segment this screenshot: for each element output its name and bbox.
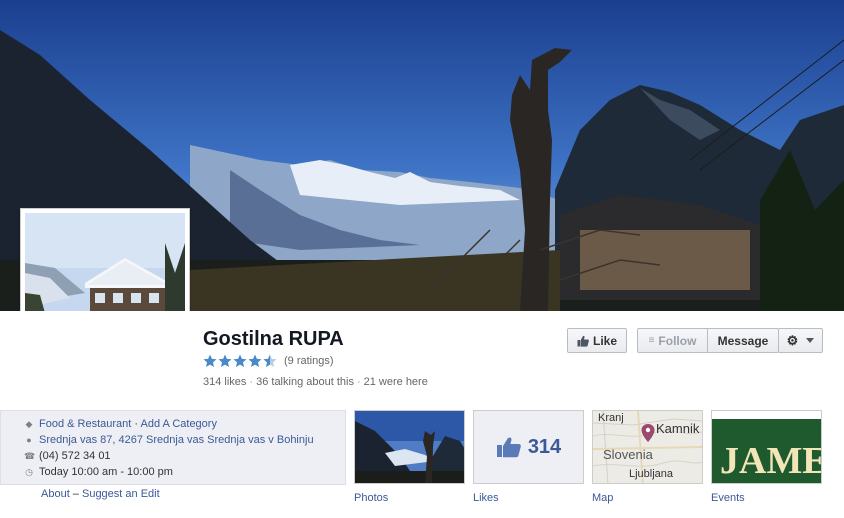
suggest-edit-link[interactable]: Suggest an Edit [82,488,160,500]
talking-stat: 36 talking about this [256,376,354,388]
add-category-link[interactable]: Add A Category [141,418,217,430]
follow-message-group: ≡ Follow Message [637,328,779,353]
clock-icon: ◷ [25,466,33,477]
tag-icon: ◆ [25,418,33,429]
events-poster-text: JAME [720,440,822,482]
phone-row: ☎ (04) 572 34 01 [24,450,111,462]
events-thumbnail: JAME [712,411,822,483]
half-star-icon [263,354,277,367]
about-footer: About – Suggest an Edit [41,488,160,500]
page-stats: 314 likes · 36 talking about this · 21 were … [203,376,428,388]
events-label[interactable]: Events [711,492,745,504]
category-link[interactable]: Food & Restaurant [39,418,131,430]
map-label-kamnik: Kamnik [656,421,700,436]
hours-row: ◷ Today 10:00 am - 10:00 pm [24,466,173,478]
address-row: ● Srednja vas 87, 4267 Srednja vas Sredn… [24,434,314,446]
message-button[interactable]: Message [708,329,778,352]
likes-app-tile[interactable]: 314 [473,410,584,484]
separator-dot: · [249,376,254,388]
opening-hours: Today 10:00 am - 10:00 pm [39,466,173,478]
like-button-label: Like [592,333,617,348]
map-label-slovenia: Slovenia [603,447,654,462]
likes-label[interactable]: Likes [473,492,499,504]
rss-icon: ≡ [648,335,655,346]
phone-number: (04) 572 34 01 [39,450,111,462]
location-pin-icon: ● [26,435,32,445]
photos-thumbnail [355,411,464,483]
page-title[interactable]: Gostilna RUPA [203,328,344,351]
category-row: ◆ Food & Restaurant · Add A Category [25,418,217,430]
like-button[interactable]: Like [567,328,627,353]
page-header [0,311,844,406]
photos-app-tile[interactable] [354,410,465,484]
chevron-down-icon [806,338,815,343]
gear-icon: ⚙ [786,332,799,348]
message-button-label: Message [717,333,769,348]
likes-count: 314 [527,435,562,458]
thumbs-up-icon [496,437,521,458]
star-icon [248,354,262,367]
map-label-kranj: Kranj [598,412,624,424]
thumbs-up-icon [577,335,589,347]
phone-icon: ☎ [24,450,36,461]
address-link[interactable]: Srednja vas 87, 4267 Srednja vas Srednja… [39,434,314,446]
rating-stars [203,354,278,368]
settings-dropdown-button[interactable]: ⚙ [778,328,823,353]
star-icon [218,354,232,367]
star-icon [233,354,247,367]
map-label[interactable]: Map [592,492,613,504]
map-app-tile[interactable]: Kranj Kamnik Slovenia Ljubljana [592,410,703,484]
star-icon [203,354,217,367]
about-link[interactable]: About [41,488,70,500]
photos-label[interactable]: Photos [354,492,388,504]
follow-button[interactable]: ≡ Follow [638,329,708,352]
map-thumbnail: Kranj Kamnik Slovenia Ljubljana [593,411,702,483]
map-label-ljubljana: Ljubljana [629,468,674,480]
likes-stat: 314 likes [203,376,247,388]
star-rating[interactable]: (9 ratings) [203,352,334,370]
ratings-count[interactable]: (9 ratings) [284,355,334,367]
were-here-stat: 21 were here [363,376,428,388]
events-app-tile[interactable]: JAME [711,410,822,484]
separator-dot: · [356,376,361,388]
follow-button-label: Follow [658,333,697,348]
